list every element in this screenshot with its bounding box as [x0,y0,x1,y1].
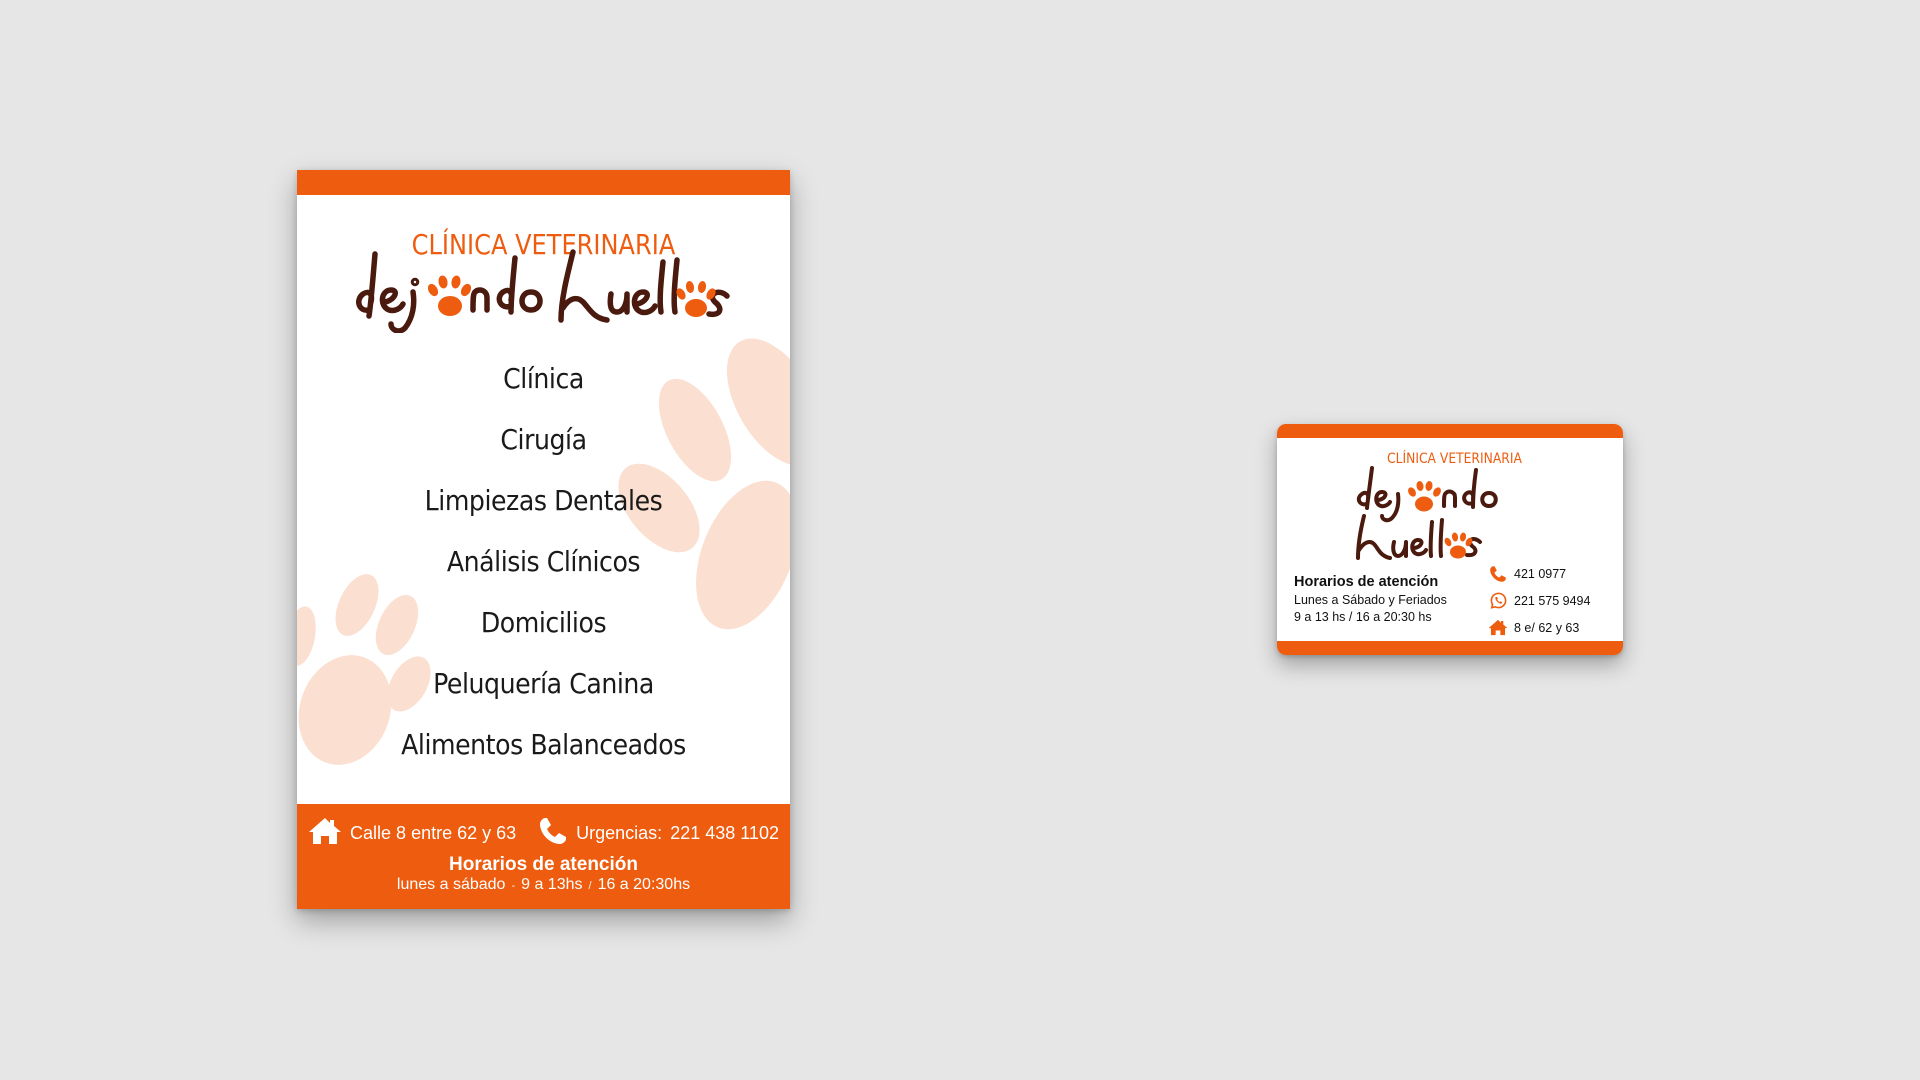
card-brand-logo-wordmark [1356,466,1498,560]
card-contact-whatsapp: 221 575 9494 [1488,587,1590,614]
card-contact-address-text: 8 e/ 62 y 63 [1514,620,1580,635]
business-card: CLÍNICA VETERINARIA Horarios de atención… [1277,424,1623,655]
footer-hours-detail: lunes a sábado -9 a 13hs / 16 a 20:30hs [297,876,790,894]
footer-emergency-label: Urgencias: [576,822,663,843]
footer-emergency-phone: 221 438 1102 [670,822,779,843]
footer-address: Calle 8 entre 62 y 63 [308,817,516,850]
home-icon [1488,619,1508,636]
service-item: Peluquería Canina [433,667,654,700]
card-bottom-band [1277,641,1623,655]
card-hours-title: Horarios de atención [1294,574,1439,590]
whatsapp-icon [1488,591,1508,610]
footer-hours-separator: - [511,880,516,892]
card-contact-phone-text: 421 0977 [1514,566,1567,581]
service-item: Análisis Clínicos [446,545,641,578]
phone-icon [1488,565,1508,583]
service-item: Cirugía [500,423,587,456]
card-hours-days: Lunes a Sábado y Feriados [1294,593,1447,607]
brand-logo [355,248,735,338]
service-item: Clínica [503,362,584,395]
flyer: CLÍNICA VETERINARIA Clínica Cirugía Limp… [297,170,790,909]
flyer-footer: Calle 8 entre 62 y 63 Urgencias: 221 438… [297,804,790,909]
card-top-band [1277,424,1623,438]
card-contact-address: 8 e/ 62 y 63 [1488,614,1590,641]
home-icon [308,817,342,850]
footer-contact-row: Calle 8 entre 62 y 63 Urgencias: 221 438… [297,816,790,850]
footer-hours-afternoon: 16 a 20:30hs [597,876,691,893]
card-contact-phone: 421 0977 [1488,560,1590,587]
card-contact-whatsapp-text: 221 575 9494 [1514,593,1591,608]
footer-address-text: Calle 8 entre 62 y 63 [350,822,517,843]
service-item: Alimentos Balanceados [401,728,686,761]
services-list: Clínica Cirugía Limpiezas Dentales Análi… [297,348,790,775]
footer-hours-slash: / [588,880,592,892]
card-brand-logo [1352,464,1537,569]
phone-icon [538,816,568,851]
service-item: Domicilios [480,606,607,639]
footer-hours-morning: 9 a 13hs [521,876,583,893]
brand-logo-wordmark [356,249,730,334]
footer-hours-title: Horarios de atención [449,854,638,875]
card-hours-times: 9 a 13 hs / 16 a 20:30 hs [1294,610,1432,624]
footer-hours-days: lunes a sábado [396,876,506,893]
card-contacts: 421 0977 221 575 9494 8 e/ 62 y 63 [1488,560,1590,641]
mockup-stage: CLÍNICA VETERINARIA Clínica Cirugía Limp… [0,0,1920,1080]
card-hours: Horarios de atención Lunes a Sábado y Fe… [1294,572,1447,626]
footer-emergency: Urgencias: 221 438 1102 [538,816,779,851]
service-item: Limpiezas Dentales [424,484,663,517]
